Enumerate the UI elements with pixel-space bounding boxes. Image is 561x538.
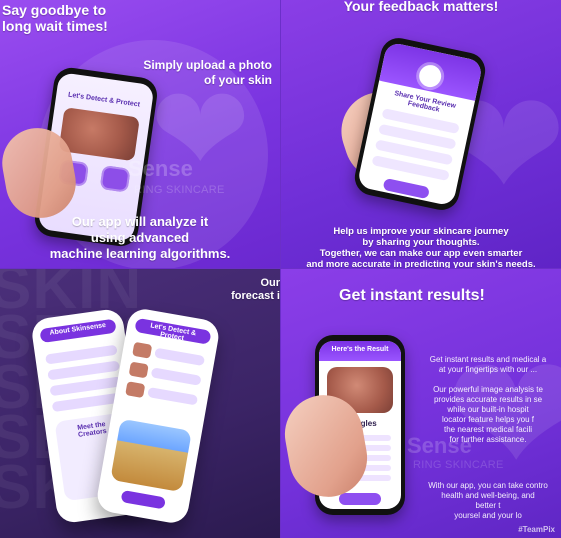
location-photo [110, 418, 192, 493]
team-tag: #TeamPix [518, 525, 555, 534]
action-button [120, 489, 166, 510]
panel-upload: ❤ Say goodbye to long wait times! Simply… [0, 0, 280, 268]
action-button [339, 493, 381, 505]
panel-bottom-text: Our app will analyze it using advanced m… [49, 214, 231, 261]
collage-grid: ❤ Say goodbye to long wait times! Simply… [0, 0, 561, 538]
panel-feedback: ❤ Your feedback matters! Share Your Revi… [281, 0, 561, 268]
results-paragraph: With our app, you can take contro health… [428, 481, 548, 520]
result-thumbnail [125, 381, 146, 399]
brand-watermark: Sense [407, 433, 472, 458]
phone-header-title: Here's the Result [331, 346, 389, 353]
panel-body-text: Help us improve your skincare journey by… [306, 226, 536, 268]
panel-right-text: Our forecast i [231, 277, 280, 302]
brand-watermark: Sense [128, 156, 193, 181]
panel-title: Get instant results! [339, 287, 485, 304]
panel-title: Your feedback matters! [343, 0, 499, 14]
brand-subtitle-watermark: RING SKINCARE [134, 184, 225, 196]
text-line [154, 347, 206, 367]
text-line [147, 386, 199, 406]
brand-subtitle-watermark: RING SKINCARE [413, 459, 504, 471]
gallery-icon [99, 165, 131, 193]
panel-top-text: Say goodbye to long wait times! [2, 2, 108, 34]
submit-button [382, 177, 431, 200]
panel-about: SKINSENSSKINSENSSKIN Our forecast i Abou… [0, 269, 280, 538]
result-thumbnail [128, 361, 149, 379]
results-paragraph: Get instant results and medical a at you… [429, 355, 547, 374]
panel-mid-text: Simply upload a photo of your skin [143, 58, 272, 87]
result-thumbnail [132, 341, 153, 359]
panel-results: ❤ Get instant results! Here's the Result… [281, 269, 561, 538]
text-line [150, 367, 202, 386]
